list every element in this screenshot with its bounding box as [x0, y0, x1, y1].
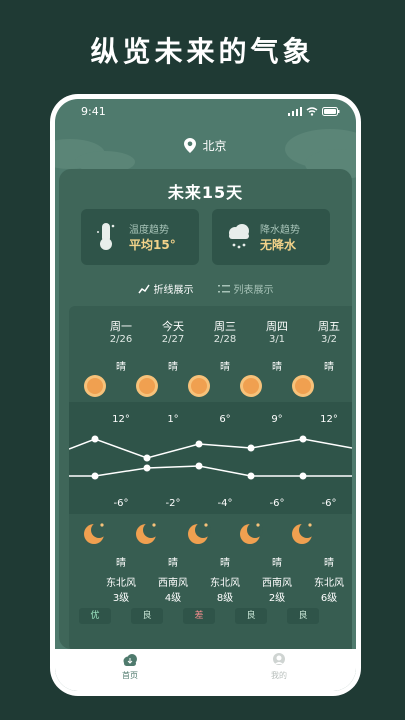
list-view-label: 列表展示	[233, 285, 274, 296]
day-date: 3/1	[268, 334, 286, 345]
sun-icon	[240, 375, 262, 397]
wifi-icon	[306, 107, 318, 116]
day-date: 2/27	[161, 334, 185, 345]
location-pin-icon	[184, 138, 197, 153]
night-weather: 晴	[324, 558, 334, 569]
moon-icon	[84, 522, 107, 544]
rain-trend-value: 无降水	[260, 238, 297, 252]
list-icon	[217, 284, 230, 292]
low-temp: -6°	[269, 498, 285, 509]
wind-direction: 西南风	[158, 578, 188, 589]
moon-icon	[292, 522, 315, 544]
rain-trend-label: 降水趋势	[260, 225, 300, 236]
tab-home-label: 首页	[122, 671, 138, 680]
status-bar: 9:41	[55, 105, 356, 121]
day-name: 周四	[266, 320, 288, 333]
thermometer-icon	[97, 223, 115, 250]
user-icon	[273, 653, 285, 665]
line-view-label: 折线展示	[153, 285, 194, 296]
wind-direction: 西南风	[262, 578, 292, 589]
tab-home[interactable]: 首页	[100, 653, 160, 681]
rain-cloud-icon	[229, 224, 249, 249]
battery-icon	[322, 107, 340, 116]
day-weather: 晴	[220, 362, 230, 373]
line-view-option[interactable]: 折线展示	[137, 281, 194, 296]
line-chart-icon	[137, 284, 150, 293]
sun-icon	[84, 375, 106, 397]
moon-icon	[188, 522, 211, 544]
sun-icon	[292, 375, 314, 397]
app-screen: 9:41 北京 未来15天 温度趋势 平均15° 降水趋势 无降水 折线展示 列…	[55, 99, 356, 691]
day-name: 周三	[214, 320, 236, 333]
aqi-badge: 差	[183, 608, 215, 624]
day-columns: 周一 2/26 晴 12° -6° 晴 东北风 3级 优 今天 2/27 晴 1…	[69, 306, 352, 651]
sun-icon	[136, 375, 158, 397]
status-time: 9:41	[81, 105, 106, 118]
forecast-card: 未来15天 温度趋势 平均15° 降水趋势 无降水 折线展示 列表展示 周一 2…	[59, 169, 352, 651]
day-name: 周五	[318, 320, 340, 333]
home-weather-icon	[123, 654, 137, 666]
forecast-grid[interactable]: 周一 2/26 晴 12° -6° 晴 东北风 3级 优 今天 2/27 晴 1…	[69, 306, 352, 651]
wind-direction: 东北风	[210, 578, 240, 589]
rain-trend-card: 降水趋势 无降水	[212, 209, 330, 265]
day-date: 2/26	[109, 334, 133, 345]
high-temp: 12°	[320, 414, 338, 425]
wind-level: 6级	[320, 593, 338, 604]
high-temp: 9°	[271, 414, 283, 425]
aqi-badge: 良	[235, 608, 267, 624]
low-temp: -6°	[321, 498, 337, 509]
moon-icon	[136, 522, 159, 544]
day-name: 今天	[162, 320, 184, 333]
list-view-option[interactable]: 列表展示	[217, 281, 274, 296]
wind-level: 8级	[216, 593, 234, 604]
tab-mine[interactable]: 我的	[249, 653, 309, 681]
wind-level: 3级	[112, 593, 130, 604]
night-weather: 晴	[116, 558, 126, 569]
aqi-badge: 良	[287, 608, 319, 624]
day-name: 周一	[110, 320, 132, 333]
day-weather: 晴	[324, 362, 334, 373]
low-temp: -6°	[113, 498, 129, 509]
temp-trend-value: 平均15°	[129, 238, 176, 252]
moon-icon	[240, 522, 263, 544]
night-weather: 晴	[272, 558, 282, 569]
night-weather: 晴	[220, 558, 230, 569]
low-temp: -4°	[217, 498, 233, 509]
wind-direction: 东北风	[314, 578, 344, 589]
high-temp: 1°	[167, 414, 179, 425]
forecast-title: 未来15天	[167, 183, 244, 202]
bottom-tab-bar: 首页 我的	[55, 649, 356, 691]
low-temp: -2°	[165, 498, 181, 509]
day-weather: 晴	[168, 362, 178, 373]
night-weather: 晴	[168, 558, 178, 569]
sun-icon	[188, 375, 210, 397]
aqi-badge: 优	[79, 608, 111, 624]
page-headline: 纵览未来的气象	[90, 35, 315, 68]
wind-level: 4级	[164, 593, 182, 604]
view-toggle: 折线展示 列表展示	[59, 281, 352, 296]
day-date: 2/28	[213, 334, 237, 345]
aqi-badge: 良	[131, 608, 163, 624]
temp-trend-label: 温度趋势	[129, 225, 169, 236]
wind-direction: 东北风	[106, 578, 136, 589]
day-date: 3/2	[320, 334, 338, 345]
high-temp: 6°	[219, 414, 231, 425]
high-temp: 12°	[112, 414, 130, 425]
location-city: 北京	[202, 139, 227, 153]
day-weather: 晴	[272, 362, 282, 373]
day-weather: 晴	[116, 362, 126, 373]
location-selector[interactable]: 北京	[55, 137, 356, 154]
tab-mine-label: 我的	[271, 671, 287, 680]
signal-icon	[288, 107, 302, 116]
phone-frame: 9:41 北京 未来15天 温度趋势 平均15° 降水趋势 无降水 折线展示 列…	[50, 94, 361, 696]
wind-level: 2级	[268, 593, 286, 604]
temp-trend-card: 温度趋势 平均15°	[81, 209, 199, 265]
